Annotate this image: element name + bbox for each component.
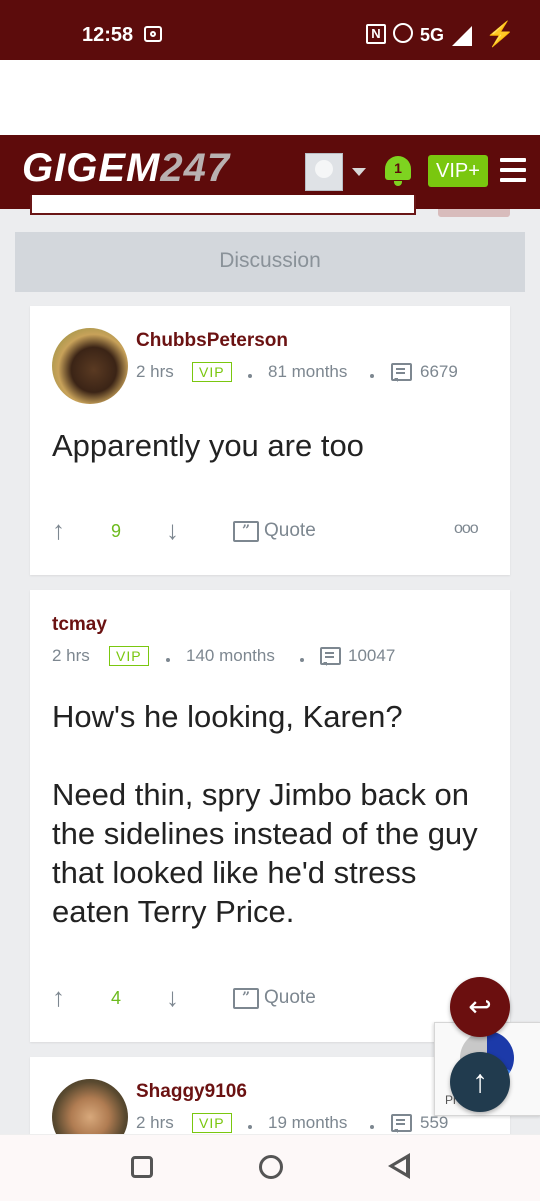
alarm-icon	[393, 23, 413, 43]
downvote-icon[interactable]: ↓	[166, 984, 179, 1010]
vip-badge: VIP	[109, 646, 149, 666]
username[interactable]: tcmay	[52, 614, 107, 636]
post-body: Apparently you are too	[52, 428, 364, 463]
signal-icon	[452, 26, 472, 46]
scroll-to-top-icon[interactable]: ↑	[450, 1052, 510, 1112]
vip-plus-button[interactable]: VIP+	[428, 155, 488, 187]
discussion-header: Discussion	[15, 232, 525, 292]
separator-dot	[370, 374, 374, 378]
vote-count: 9	[111, 521, 122, 541]
notification-count: 1	[394, 160, 402, 176]
bell-icon[interactable]: 1	[383, 150, 413, 188]
logo-number: 247	[160, 146, 231, 190]
chevron-down-icon[interactable]	[352, 168, 366, 176]
vip-badge: VIP	[192, 1113, 232, 1133]
quote-icon[interactable]: ”	[233, 988, 259, 1009]
comment-count-icon	[320, 647, 341, 666]
menu-line	[500, 158, 526, 162]
vote-count: 4	[111, 988, 122, 1008]
post-count: 559	[420, 1113, 449, 1132]
browser-blank-area	[0, 60, 540, 135]
upvote-icon[interactable]: ↑	[52, 517, 65, 543]
post-time: 2 hrs	[52, 646, 90, 665]
username[interactable]: Shaggy9106	[136, 1081, 247, 1103]
member-tenure: 19 months	[268, 1113, 348, 1132]
comment-count-icon	[391, 1114, 412, 1133]
site-logo[interactable]: GIGEM247	[22, 146, 230, 191]
separator-dot	[300, 658, 304, 662]
recents-icon[interactable]	[131, 1156, 153, 1178]
post-count: 6679	[420, 362, 458, 381]
menu-line	[500, 178, 526, 182]
post-card: tcmay 2 hrs VIP 140 months 10047 How's h…	[30, 590, 510, 1042]
post-time: 2 hrs	[136, 362, 174, 381]
separator-dot	[248, 374, 252, 378]
user-avatar-icon[interactable]	[305, 153, 343, 191]
logo-text: GIGEM	[22, 146, 161, 190]
camera-icon	[144, 26, 162, 42]
quote-icon[interactable]: ”	[233, 521, 259, 542]
post-time: 2 hrs	[136, 1113, 174, 1132]
network-type: 5G	[420, 25, 445, 45]
member-tenure: 140 months	[186, 646, 275, 665]
back-icon[interactable]	[388, 1153, 410, 1179]
post-count: 10047	[348, 646, 396, 665]
menu-line	[500, 168, 526, 172]
post-body: How's he looking, Karen? Need thin, spry…	[52, 699, 478, 929]
vip-badge: VIP	[192, 362, 232, 382]
post-card: ChubbsPeterson 2 hrs VIP 81 months 6679 …	[30, 306, 510, 575]
home-icon[interactable]	[259, 1155, 283, 1179]
menu-icon[interactable]	[500, 158, 526, 182]
reply-editor[interactable]	[30, 195, 416, 215]
username[interactable]: ChubbsPeterson	[136, 330, 288, 352]
bell-clapper	[394, 181, 402, 186]
member-tenure: 81 months	[268, 362, 348, 381]
downvote-icon[interactable]: ↓	[166, 517, 179, 543]
avatar[interactable]	[52, 328, 128, 404]
status-bar: 12:58 N 5G ⚡	[0, 0, 540, 60]
nfc-icon: N	[366, 24, 386, 44]
charging-icon: ⚡	[485, 21, 515, 48]
reply-icon[interactable]: ↩	[450, 977, 510, 1037]
status-time: 12:58	[82, 24, 134, 46]
submit-button[interactable]	[438, 209, 510, 217]
upvote-icon[interactable]: ↑	[52, 984, 65, 1010]
quote-button[interactable]: Quote	[264, 987, 316, 1009]
more-options-icon[interactable]: ooo	[454, 520, 479, 538]
comment-count-icon	[391, 363, 412, 382]
quote-button[interactable]: Quote	[264, 520, 316, 542]
separator-dot	[248, 1125, 252, 1129]
separator-dot	[166, 658, 170, 662]
separator-dot	[370, 1125, 374, 1129]
